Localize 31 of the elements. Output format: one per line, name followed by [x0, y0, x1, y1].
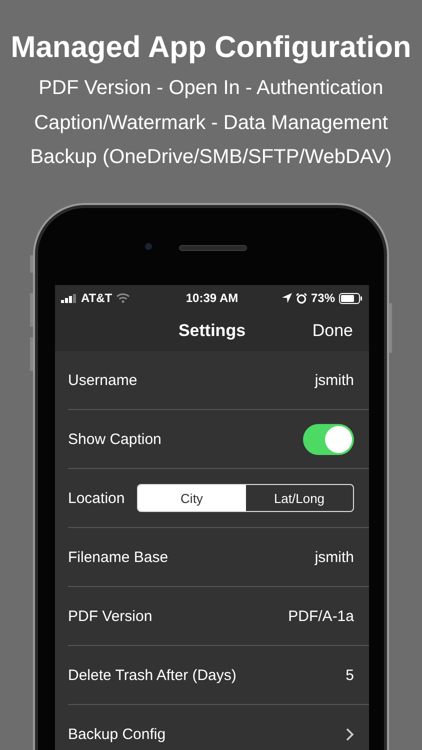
- segment-option[interactable]: City: [138, 485, 246, 511]
- battery-percent: 73%: [310, 291, 335, 305]
- setting-label: PDF Version: [68, 608, 152, 624]
- speaker-grille: [179, 245, 247, 251]
- location-arrow-icon: [282, 293, 292, 303]
- screen-title: Settings: [178, 321, 246, 341]
- setting-label: Username: [68, 372, 138, 388]
- setting-label: Location: [68, 490, 125, 506]
- setting-label: Delete Trash After (Days): [68, 666, 236, 684]
- alarm-clock-icon: [296, 292, 307, 304]
- camera-icon: [145, 243, 152, 250]
- battery-icon: [339, 292, 363, 304]
- toggle-switch[interactable]: [303, 424, 354, 454]
- setting-value: 5: [346, 666, 354, 684]
- chevron-right-icon[interactable]: [346, 728, 354, 740]
- headline-title: Managed App Configuration: [10, 30, 412, 66]
- signal-icon: [61, 294, 77, 302]
- feature-line: PDF Version - Open In - Authentication: [38, 76, 384, 101]
- setting-value: jsmith: [314, 548, 354, 566]
- setting-value: jsmith: [314, 372, 354, 388]
- setting-value: PDF/A-1a: [288, 608, 354, 624]
- wifi-icon: [116, 293, 130, 303]
- feature-line: Backup (OneDrive/SMB/SFTP/WebDAV): [29, 145, 393, 170]
- setting-label: Backup Config: [68, 726, 166, 742]
- segment-option[interactable]: Lat/Long: [246, 485, 353, 511]
- feature-line: Caption/Watermark - Data Management: [33, 110, 389, 136]
- setting-label: Filename Base: [68, 548, 168, 566]
- done-button[interactable]: Done: [312, 321, 353, 341]
- setting-label: Show Caption: [68, 430, 162, 448]
- status-time: 10:39 AM: [186, 291, 238, 305]
- carrier-name: AT&T: [81, 291, 112, 305]
